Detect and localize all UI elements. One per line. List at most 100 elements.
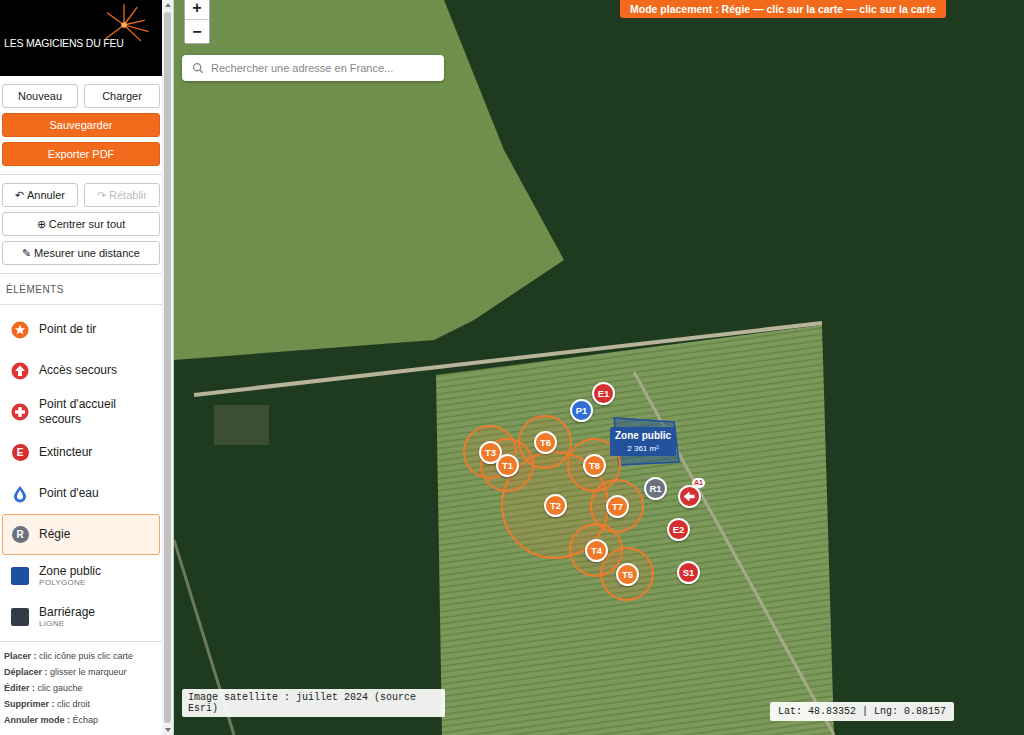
tool-icon: ✎ <box>22 247 31 260</box>
map-marker[interactable]: T5 <box>616 563 639 586</box>
tool-button[interactable]: ⊕ Centrer sur tout <box>2 212 160 236</box>
element-label: Point de tir <box>39 322 96 336</box>
zone-label[interactable]: Zone public 2 361 m² <box>610 427 676 456</box>
scrollbar[interactable] <box>162 0 173 735</box>
marker-label: T2 <box>550 500 561 511</box>
swatch-icon <box>11 567 29 585</box>
help: Placer : clic icône puis clic carteDépla… <box>0 642 162 734</box>
zoom-button[interactable]: + <box>185 0 209 20</box>
file-button[interactable]: Charger <box>84 84 160 108</box>
zone-name: Zone public <box>615 430 671 441</box>
help-text: glisser le marqueur <box>50 667 127 677</box>
element-item[interactable]: Accès secours <box>0 350 162 391</box>
primary-button[interactable]: Exporter PDF <box>2 142 160 166</box>
swatch-icon <box>11 608 29 626</box>
letter-icon: E <box>12 444 29 461</box>
separator <box>0 641 162 642</box>
help-key: Placer : <box>4 651 37 661</box>
element-name: Accès secours <box>39 363 117 377</box>
element-label: Extincteur <box>39 445 92 459</box>
element-icon <box>11 485 29 503</box>
element-item[interactable]: Point d'accueil secours <box>0 391 162 432</box>
element-label: Point d'accueil secours <box>39 397 155 426</box>
history-icon: ↶ <box>15 189 24 202</box>
elements-heading: ÉLÉMENTS <box>0 274 162 304</box>
map-marker[interactable]: R1 <box>644 477 667 500</box>
app: LES MAGICIENS DU FEUNouveauChargerSauveg… <box>0 0 1024 735</box>
element-icon <box>11 567 29 585</box>
element-name: Barriérage <box>39 605 95 619</box>
zoom-button[interactable]: − <box>185 20 209 43</box>
spark-icon <box>96 2 152 48</box>
arrow-left-icon <box>681 488 698 505</box>
marker-label: P1 <box>576 405 588 416</box>
tool-button[interactable]: ✎ Mesurer une distance <box>2 241 160 265</box>
scroll-up-icon[interactable] <box>165 3 171 7</box>
element-name: Zone public <box>39 564 101 578</box>
marker-label: T8 <box>589 460 600 471</box>
element-item[interactable]: Zone publicPOLYGONE <box>0 555 162 596</box>
separator <box>0 304 162 305</box>
map-marker[interactable]: E2 <box>667 518 690 541</box>
element-icon <box>11 608 29 626</box>
map-marker[interactable]: T2 <box>544 494 567 517</box>
map-marker[interactable]: T4 <box>585 539 608 562</box>
map-marker[interactable]: P1 <box>570 399 593 422</box>
marker-label: S1 <box>683 567 695 578</box>
help-key: Déplacer : <box>4 667 48 677</box>
element-label: Régie <box>39 527 70 541</box>
map-marker[interactable]: A1 <box>678 485 701 508</box>
map-marker[interactable]: E1 <box>592 382 615 405</box>
element-icon: R <box>11 526 29 544</box>
map-marker[interactable]: T7 <box>606 495 629 518</box>
file-button[interactable]: Nouveau <box>2 84 78 108</box>
marker-label: T4 <box>591 545 602 556</box>
primary-button[interactable]: Sauvegarder <box>2 113 160 137</box>
help-line: Déplacer : glisser le marqueur <box>4 664 158 680</box>
coordinates: Lat: 48.83352 | Lng: 0.88157 <box>770 702 954 721</box>
element-item[interactable]: Point de tir <box>0 309 162 350</box>
help-text: clic icône puis clic carte <box>39 651 133 661</box>
file-buttons: NouveauCharger <box>0 84 162 108</box>
help-key: Éditer : <box>4 683 35 693</box>
element-label: Accès secours <box>39 363 117 377</box>
map-marker[interactable]: S1 <box>677 561 700 584</box>
element-name: Régie <box>39 527 70 541</box>
map-marker[interactable]: T6 <box>534 431 557 454</box>
help-key: Supprimer : <box>4 699 55 709</box>
element-item[interactable]: E Extincteur <box>0 432 162 473</box>
marker-label: R1 <box>649 483 661 494</box>
search-field[interactable]: Rechercher une adresse en France... <box>182 55 444 81</box>
element-name: Point de tir <box>39 322 96 336</box>
history-button[interactable]: ↶ Annuler <box>2 183 78 207</box>
tool-icon: ⊕ <box>37 218 46 231</box>
drop-icon <box>11 485 29 503</box>
element-type: POLYGONE <box>39 578 101 587</box>
mode-banner: Mode placement : Régie — clic sur la car… <box>620 0 946 18</box>
element-item[interactable]: R Régie <box>2 514 160 555</box>
zone-area: 2 361 m² <box>627 444 659 453</box>
history-button[interactable]: ↷ Rétablir <box>84 183 160 207</box>
element-list: Point de tir Accès secours Point d'accueil… <box>0 305 162 641</box>
help-text: clic gauche <box>38 683 83 693</box>
help-line: Placer : clic icône puis clic carte <box>4 648 158 664</box>
search-placeholder: Rechercher une adresse en France... <box>211 62 393 74</box>
zoom-control: +− <box>184 0 210 44</box>
map-marker[interactable]: T8 <box>583 454 606 477</box>
safety-ring <box>601 548 653 600</box>
separator <box>0 174 162 175</box>
separator <box>0 273 162 274</box>
help-line: Annuler mode : Échap <box>4 712 158 728</box>
element-icon: E <box>11 444 29 462</box>
element-name: Point d'accueil secours <box>39 397 155 426</box>
element-icon <box>11 321 29 339</box>
sidebar-content: LES MAGICIENS DU FEUNouveauChargerSauveg… <box>0 0 162 735</box>
scroll-down-icon[interactable] <box>165 728 171 732</box>
element-label: BarriérageLIGNE <box>39 605 95 628</box>
marker-label: T6 <box>540 437 551 448</box>
element-item[interactable]: Point d'eau <box>0 473 162 514</box>
element-item[interactable]: BarriérageLIGNE <box>0 596 162 637</box>
map[interactable]: +− Rechercher une adresse en France... Mod… <box>174 0 1024 735</box>
map-marker[interactable]: T1 <box>496 454 519 477</box>
scroll-thumb[interactable] <box>164 12 171 723</box>
